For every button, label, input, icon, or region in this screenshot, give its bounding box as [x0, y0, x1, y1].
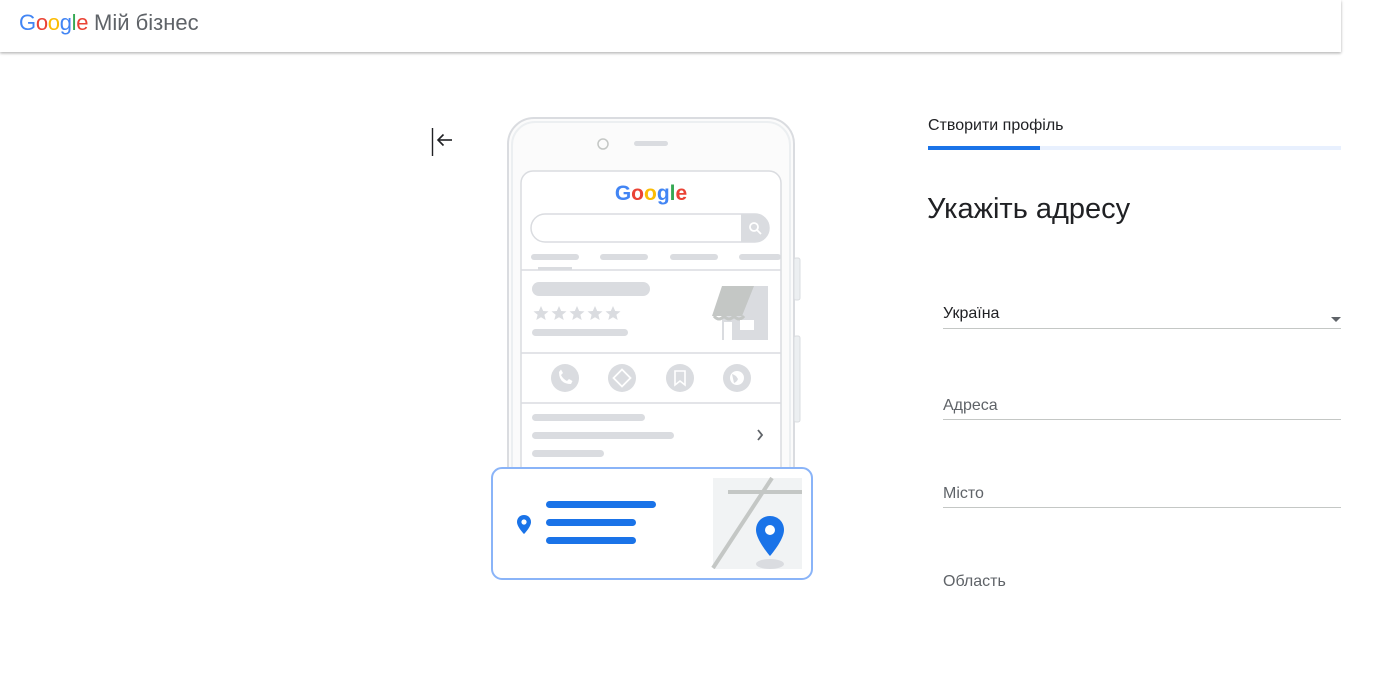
phone-logo-letter: G: [615, 182, 631, 205]
top-app-bar: Google Мій бізнес: [0, 0, 1341, 52]
business-profile-illustration: Google: [488, 112, 818, 584]
country-select[interactable]: Україна: [943, 300, 1341, 329]
google-logo[interactable]: Google: [19, 10, 88, 36]
map-thumbnail: [711, 476, 802, 570]
phone-call-icon: [551, 364, 579, 392]
directions-icon: [608, 364, 636, 392]
progress-label: Створити профіль: [928, 117, 1064, 134]
country-select-value: Україна: [943, 305, 1000, 322]
city-input-placeholder: Місто: [943, 485, 984, 502]
progress-bar: [928, 146, 1341, 150]
phone-logo-letter: g: [657, 182, 670, 205]
logo-letter: G: [19, 10, 36, 35]
back-button[interactable]: [428, 124, 460, 160]
logo-letter: e: [76, 10, 89, 35]
progress-bar-fill: [928, 146, 1040, 150]
dropdown-arrow-icon: [1331, 317, 1341, 322]
city-input[interactable]: Місто: [943, 480, 1341, 508]
logo-letter: o: [47, 10, 60, 35]
phone-logo-letter: o: [644, 182, 657, 205]
phone-google-logo: Google: [615, 182, 687, 205]
phone-logo-letter: o: [631, 182, 644, 205]
logo-letter: o: [35, 10, 48, 35]
address-input[interactable]: Адреса: [943, 392, 1341, 420]
logo-letter: g: [59, 10, 72, 35]
content-clip: [900, 588, 1400, 700]
phone-logo-letter: e: [675, 182, 687, 205]
address-input-placeholder: Адреса: [943, 397, 998, 414]
arrow-back-icon: [431, 128, 452, 156]
product-name[interactable]: Мій бізнес: [94, 10, 199, 36]
bookmark-icon: [666, 364, 694, 392]
page-title: Укажіть адресу: [927, 193, 1131, 225]
